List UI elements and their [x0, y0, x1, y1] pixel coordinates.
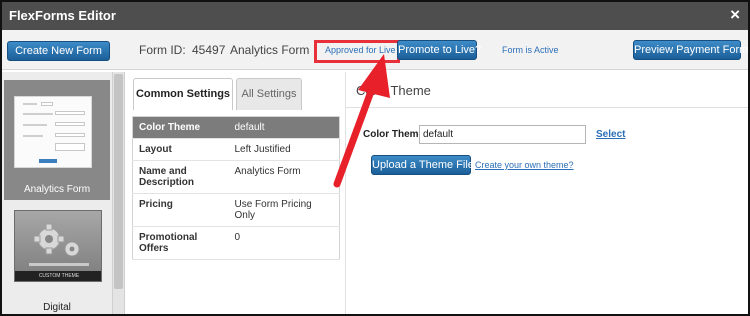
settings-key: Promotional Offers	[132, 226, 229, 260]
thumbnail-caption: Digital	[43, 302, 71, 313]
settings-key: Layout	[132, 138, 229, 161]
thumbnail-digital[interactable]: CUSTOM THEME Digital	[4, 208, 110, 314]
upload-theme-file-button[interactable]: Upload a Theme File	[371, 155, 474, 175]
create-new-form-button[interactable]: Create New Form	[7, 41, 110, 61]
tab-common-settings[interactable]: Common Settings	[133, 78, 233, 110]
thumbnail-scrollbar[interactable]	[112, 72, 124, 314]
thumbnail-caption: Analytics Form	[23, 184, 91, 195]
scrollbar-thumb[interactable]	[114, 74, 123, 289]
settings-value: 0	[228, 226, 340, 260]
window-title: FlexForms Editor	[9, 8, 116, 23]
color-theme-panel: Color Theme Color Theme Select Upload a …	[345, 72, 748, 314]
form-id-value: 45497	[192, 43, 226, 57]
gear-icon	[29, 223, 89, 266]
title-bar: FlexForms Editor ×	[2, 2, 748, 30]
settings-key: Pricing	[132, 193, 229, 227]
heading-divider	[346, 107, 748, 108]
create-own-theme-link[interactable]: Create your own theme?	[475, 160, 574, 170]
thumbnail-analytics-form[interactable]: Analytics Form	[4, 80, 110, 200]
editor-toolbar: Create New Form Form ID: 45497 Analytics…	[2, 30, 748, 70]
settings-key: Color Theme	[132, 116, 229, 139]
settings-value: Left Justified	[228, 138, 340, 161]
tab-all-settings[interactable]: All Settings	[236, 78, 302, 110]
annotation-highlight-box	[314, 40, 400, 63]
color-theme-label: Color Theme	[363, 129, 425, 140]
settings-row-promotional-offers[interactable]: Promotional Offers 0	[132, 226, 340, 260]
settings-value: default	[228, 116, 340, 139]
close-icon[interactable]: ×	[730, 5, 740, 25]
panel-heading: Color Theme	[356, 83, 431, 98]
settings-row-name-description[interactable]: Name and Description Analytics Form	[132, 160, 340, 194]
preview-payment-form-button[interactable]: Preview Payment Form	[633, 40, 748, 60]
promote-to-live-button[interactable]: Promote to Live?	[397, 40, 481, 60]
flexforms-editor-window: FlexForms Editor × Create New Form Form …	[0, 0, 750, 316]
settings-table: Color Theme default Layout Left Justifie…	[132, 116, 340, 260]
theme-thumbnail-strip: Analytics Form CUSTOM THEME Digital	[2, 72, 125, 314]
settings-key: Name and Description	[132, 160, 229, 194]
settings-row-color-theme[interactable]: Color Theme default	[132, 116, 340, 139]
color-theme-input[interactable]	[419, 125, 586, 144]
form-name: Analytics Form	[230, 43, 310, 57]
settings-panel: Common Settings All Settings Color Theme…	[130, 72, 345, 314]
settings-row-pricing[interactable]: Pricing Use Form Pricing Only	[132, 193, 340, 227]
form-active-status-link[interactable]: Form is Active	[502, 45, 559, 55]
form-preview-thumbnail-icon	[14, 96, 92, 168]
form-id-label: Form ID:	[139, 43, 186, 57]
settings-value: Use Form Pricing Only	[228, 193, 340, 227]
digital-theme-preview: CUSTOM THEME	[14, 210, 102, 282]
select-theme-link[interactable]: Select	[596, 129, 625, 140]
settings-row-layout[interactable]: Layout Left Justified	[132, 138, 340, 161]
custom-theme-ribbon: CUSTOM THEME	[15, 271, 101, 281]
settings-value: Analytics Form	[228, 160, 340, 194]
